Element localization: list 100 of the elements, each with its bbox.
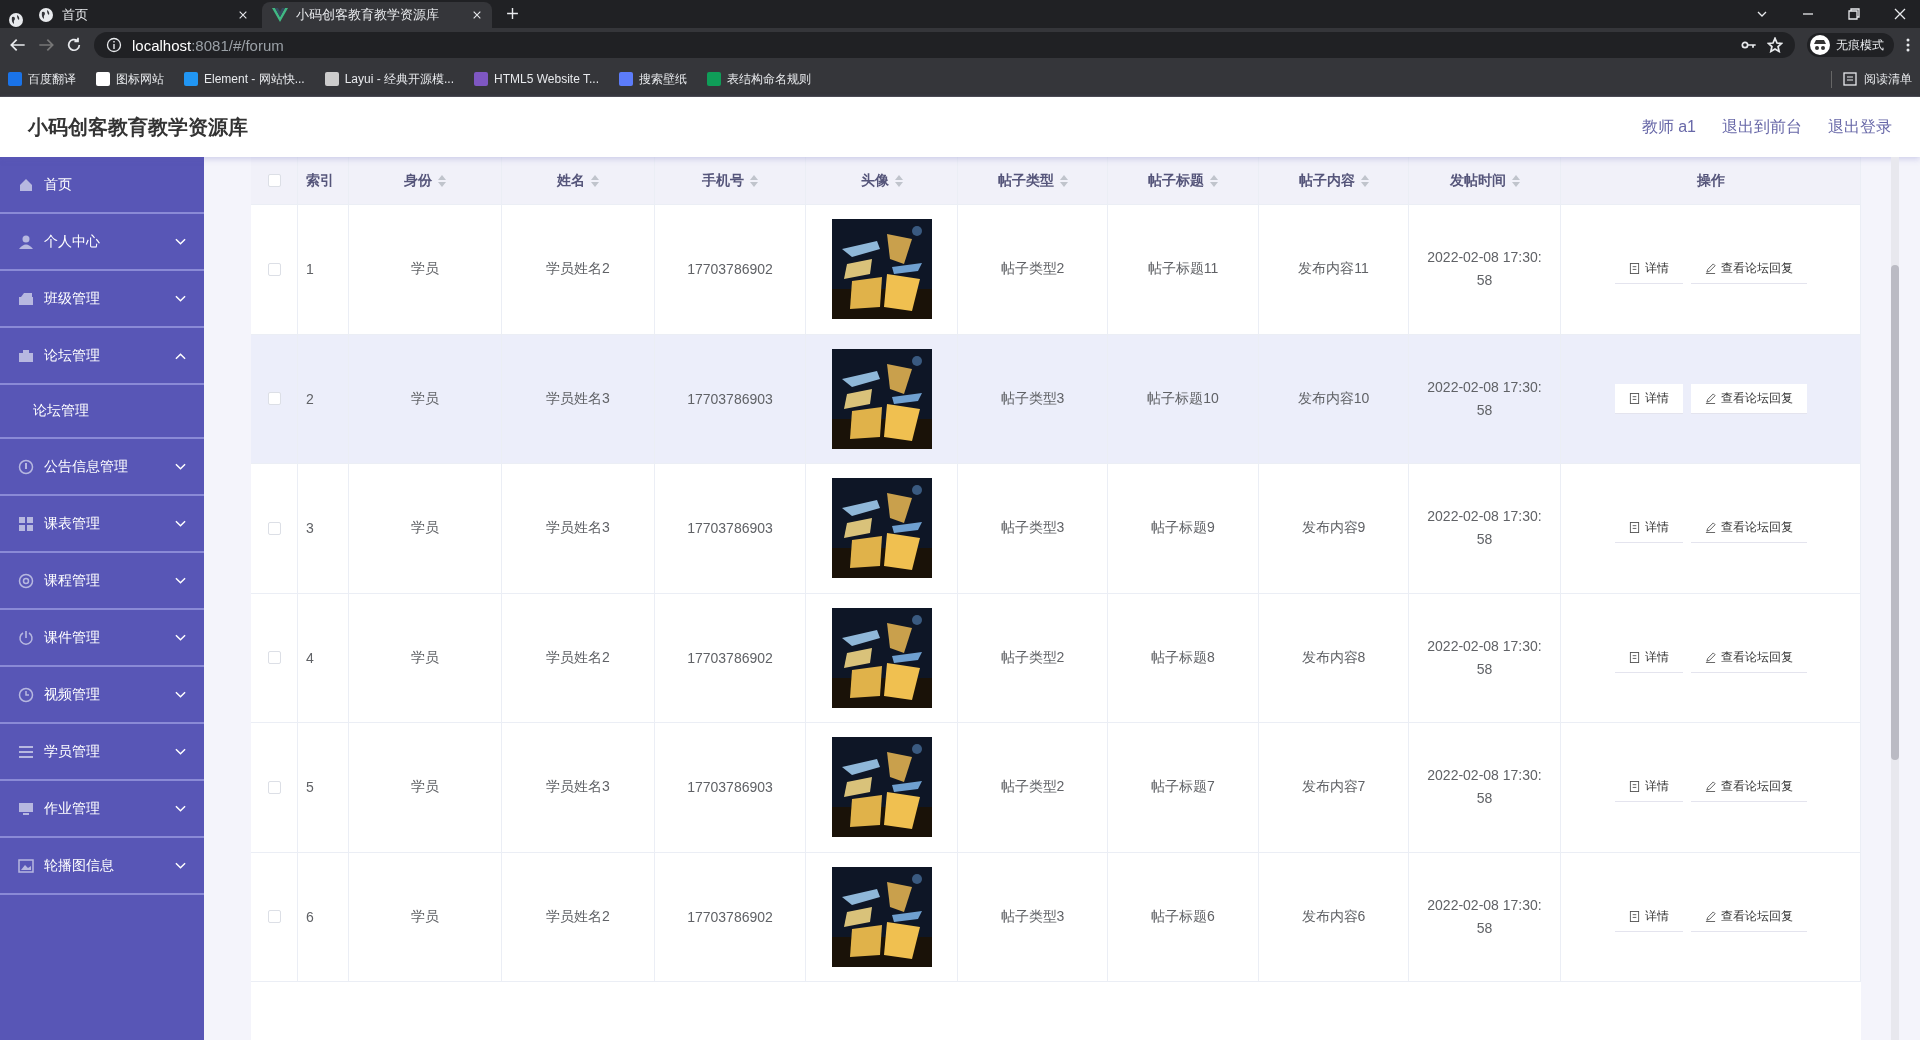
table-cell-text: 2022-02-08 17:30:58 [1426, 895, 1543, 938]
sidebar-item[interactable]: 个人中心 [0, 214, 204, 271]
table-cell: 学员 [411, 648, 439, 667]
table-cell: 学员姓名2 [546, 907, 610, 926]
sidebar-subitem[interactable]: 论坛管理 [0, 385, 204, 439]
list-icon [18, 743, 34, 760]
table-row[interactable]: 4 学员 学员姓名2 17703786902 帖子类型2 帖子标题8 发布内容8 2022-02-08 17:30:58 详情 查看论坛回复 [251, 593, 1861, 723]
table-cell: 帖子类型2 [1000, 648, 1065, 667]
bookmark[interactable]: 图标网站 [96, 70, 164, 88]
checkbox[interactable] [267, 392, 281, 406]
close-icon[interactable] [472, 10, 482, 20]
sidebar-item[interactable]: 班级管理 [0, 271, 204, 328]
reading-list-button[interactable]: 阅读清单 [1831, 70, 1912, 88]
pen-icon [1704, 651, 1716, 663]
browser-tab[interactable]: 小码创客教育教学资源库 [262, 2, 492, 28]
bookmark[interactable]: 百度翻译 [8, 70, 76, 88]
table-cell: 发布内容8 [1301, 648, 1366, 667]
action-button[interactable]: 详情 [1614, 383, 1683, 414]
checkbox[interactable] [267, 262, 281, 276]
sort-icon[interactable] [1360, 174, 1369, 187]
profile-button[interactable]: 无痕模式 [1807, 33, 1894, 57]
address-bar[interactable]: localhost:8081/#/forum [94, 32, 1795, 58]
table-cell-text: 2022-02-08 17:30:58 [1426, 636, 1543, 679]
checkbox[interactable] [267, 910, 281, 924]
pen-icon [1704, 781, 1716, 793]
target-icon [18, 572, 34, 589]
header-link[interactable]: 退出到前台 [1722, 116, 1802, 138]
table-row[interactable]: 2 学员 学员姓名3 17703786903 帖子类型3 帖子标题10 发布内容10 2022-02-08 17:30:58 详情 查看论坛回复 [251, 334, 1861, 464]
column-header[interactable]: 帖子类型 [997, 171, 1068, 190]
table-cell: 学员 [411, 519, 439, 538]
sidebar-item[interactable]: 作业管理 [0, 781, 204, 838]
cup-icon [619, 72, 633, 86]
checkbox[interactable] [267, 780, 281, 794]
table-cell-text: 2022-02-08 17:30:58 [1426, 507, 1543, 550]
sidebar-item[interactable]: 公告信息管理 [0, 439, 204, 496]
close-icon[interactable] [1894, 8, 1906, 20]
bookmark[interactable]: HTML5 Website T... [474, 72, 599, 86]
reload-icon[interactable] [66, 37, 82, 53]
table-cell: 帖子标题9 [1151, 519, 1215, 538]
column-header[interactable]: 姓名 [557, 171, 599, 190]
browser-tab[interactable]: 首页 [28, 2, 258, 28]
restore-icon[interactable] [1848, 8, 1860, 20]
checkbox[interactable] [267, 521, 281, 535]
bookmark[interactable]: Element - 网站快... [184, 70, 305, 88]
table-cell: 帖子类型3 [1000, 907, 1065, 926]
column-header[interactable]: 手机号 [702, 171, 758, 190]
sidebar-item[interactable]: 首页 [0, 157, 204, 214]
sidebar-item[interactable]: 轮播图信息 [0, 838, 204, 895]
document-icon [1628, 910, 1640, 922]
action-button[interactable]: 查看论坛回复 [1690, 383, 1807, 414]
power-icon [18, 629, 34, 646]
sort-icon[interactable] [591, 174, 599, 187]
sidebar-item[interactable]: 课程管理 [0, 553, 204, 610]
bookmark[interactable]: 表结构命名规则 [707, 70, 811, 88]
pen-icon [1704, 392, 1716, 404]
sidebar-item[interactable]: 论坛管理 [0, 328, 204, 385]
table-cell: 帖子类型2 [1000, 260, 1065, 279]
sidebar-item[interactable]: 课表管理 [0, 496, 204, 553]
sidebar-item[interactable]: 学员管理 [0, 724, 204, 781]
chevron-icon [175, 861, 186, 870]
bookmark[interactable]: 搜索壁纸 [619, 70, 687, 88]
star-icon[interactable] [1767, 37, 1783, 53]
menu-icon[interactable] [1906, 38, 1910, 52]
header-link[interactable]: 退出登录 [1828, 116, 1892, 138]
column-header[interactable]: 头像 [860, 171, 903, 190]
chevron-icon [175, 576, 186, 585]
column-header[interactable]: 帖子内容 [1298, 171, 1369, 190]
sort-icon[interactable] [1059, 174, 1068, 187]
sort-icon[interactable] [1210, 174, 1218, 187]
back-icon[interactable] [10, 37, 26, 53]
checkbox[interactable] [267, 174, 281, 187]
close-icon[interactable] [238, 10, 248, 20]
sort-icon[interactable] [750, 174, 758, 187]
checkbox[interactable] [267, 651, 281, 665]
table-row[interactable]: 5 学员 学员姓名3 17703786903 帖子类型2 帖子标题7 发布内容7 2022-02-08 17:30:58 详情 查看论坛回复 [251, 723, 1861, 853]
sort-icon[interactable] [894, 174, 903, 187]
index-cell: 5 [306, 779, 314, 796]
column-header[interactable]: 身份 [404, 171, 446, 190]
sidebar-item[interactable]: 课件管理 [0, 610, 204, 667]
v-logo-icon [272, 7, 288, 23]
scrollbar[interactable] [1891, 157, 1899, 1040]
forward-icon[interactable] [38, 37, 54, 53]
index-cell: 3 [306, 520, 314, 537]
chevron-icon [175, 804, 186, 813]
incognito-icon [1810, 35, 1830, 55]
chevron-icon [175, 462, 186, 471]
plus-icon[interactable] [506, 6, 519, 20]
header-link[interactable]: 教师 a1 [1641, 116, 1696, 138]
column-header[interactable]: 发帖时间 [1449, 171, 1520, 190]
bookmark[interactable]: Layui - 经典开源模... [324, 70, 455, 88]
chat-icon [474, 72, 489, 86]
chevron-icon [175, 690, 186, 699]
table-row[interactable]: 1 学员 学员姓名2 17703786902 帖子类型2 帖子标题11 发布内容11 2022-02-08 17:30:58 详情 查看论坛回复 [251, 205, 1861, 335]
column-header[interactable]: 帖子标题 [1148, 171, 1218, 190]
table-row[interactable]: 3 学员 学员姓名3 17703786903 帖子类型3 帖子标题9 发布内容9 2022-02-08 17:30:58 详情 查看论坛回复 [251, 464, 1861, 594]
table-row[interactable]: 6 学员 学员姓名2 17703786902 帖子类型3 帖子标题6 发布内容6 2022-02-08 17:30:58 详情 查看论坛回复 [251, 852, 1861, 982]
sort-icon[interactable] [1511, 174, 1520, 187]
sidebar-item[interactable]: 视频管理 [0, 667, 204, 724]
sheet-icon [707, 72, 721, 86]
sort-icon[interactable] [438, 174, 446, 187]
